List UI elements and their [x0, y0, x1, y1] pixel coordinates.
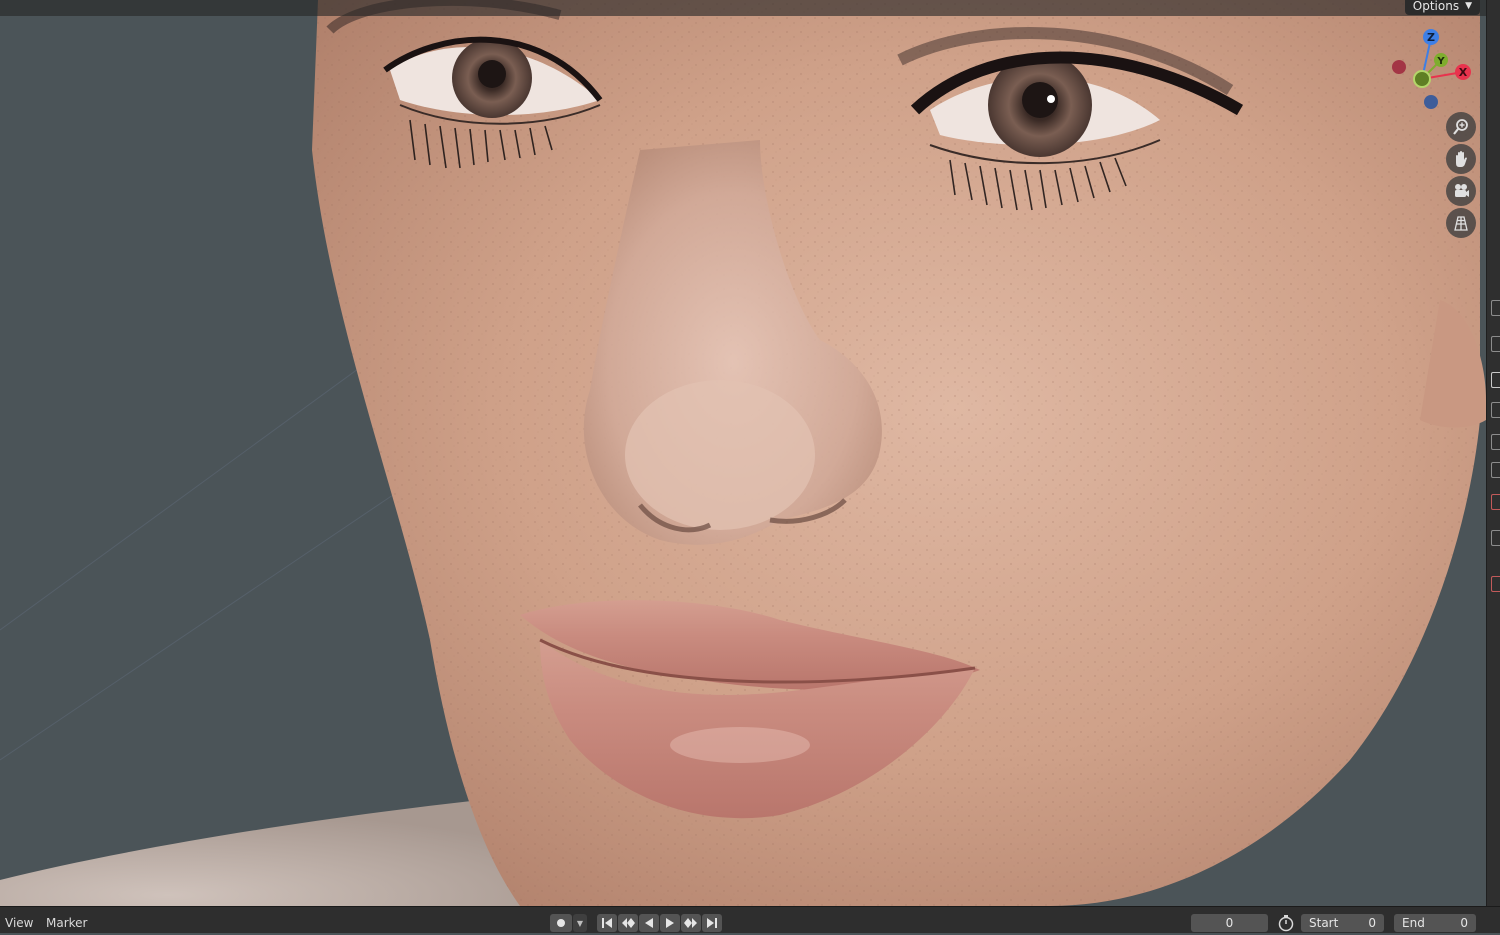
timeline-bar: View Marker ▼ 0 Start 0 End 0 [0, 906, 1500, 933]
viewport-header: Options ▼ [0, 0, 1486, 16]
end-frame-field[interactable]: End 0 [1394, 914, 1476, 932]
gizmo-z-label: Z [1427, 31, 1435, 44]
menu-view[interactable]: View [5, 916, 33, 930]
options-label: Options [1412, 0, 1460, 13]
play-icon [666, 918, 674, 928]
sidebar-tab[interactable] [1491, 402, 1500, 418]
chevron-down-icon: ▼ [1465, 1, 1472, 11]
rendered-face-image [0, 0, 1486, 906]
camera-view-button[interactable] [1446, 176, 1476, 206]
end-label: End [1402, 916, 1425, 930]
sidebar-tab[interactable] [1491, 372, 1500, 388]
sidebar-tabs-edge [1486, 0, 1500, 906]
options-dropdown[interactable]: Options ▼ [1404, 0, 1480, 15]
end-value: 0 [1460, 916, 1468, 930]
keyframe-prev-icon [622, 918, 635, 928]
play-reverse-icon [645, 918, 653, 928]
navigation-gizmo[interactable]: Z Y X [1386, 24, 1476, 114]
hand-pan-icon [1456, 151, 1467, 167]
record-button[interactable] [550, 914, 572, 932]
zoom-button[interactable] [1446, 112, 1476, 142]
current-frame-value: 0 [1225, 916, 1234, 930]
keyframe-next-icon [684, 918, 697, 928]
sidebar-tab[interactable] [1491, 300, 1500, 316]
3d-viewport[interactable]: Options ▼ Z Y X [0, 0, 1486, 906]
gizmo-neg-x[interactable] [1392, 60, 1406, 74]
chevron-down-icon: ▼ [576, 918, 584, 928]
jump-end-icon [707, 918, 717, 928]
sidebar-tab[interactable] [1491, 336, 1500, 352]
pan-button[interactable] [1446, 144, 1476, 174]
play-button[interactable] [660, 914, 680, 932]
start-value: 0 [1368, 916, 1376, 930]
grid-ortho-icon [1454, 216, 1468, 231]
gizmo-neg-z[interactable] [1424, 95, 1438, 109]
camera-icon [1455, 184, 1469, 197]
gizmo-y-label: Y [1436, 56, 1445, 67]
jump-to-keyframe-next-button[interactable] [681, 914, 701, 932]
menu-marker[interactable]: Marker [46, 916, 87, 930]
sidebar-tab[interactable] [1491, 576, 1500, 592]
keying-dropdown[interactable]: ▼ [573, 914, 587, 932]
gizmo-neg-y[interactable] [1413, 70, 1431, 88]
play-reverse-button[interactable] [639, 914, 659, 932]
start-frame-field[interactable]: Start 0 [1301, 914, 1384, 932]
jump-to-start-button[interactable] [597, 914, 617, 932]
ortho-toggle-button[interactable] [1446, 208, 1476, 238]
sidebar-tab[interactable] [1491, 530, 1500, 546]
jump-to-end-button[interactable] [702, 914, 722, 932]
gizmo-x-label: X [1459, 66, 1468, 79]
sidebar-tab[interactable] [1491, 494, 1500, 510]
sidebar-tab[interactable] [1491, 434, 1500, 450]
jump-to-keyframe-prev-button[interactable] [618, 914, 638, 932]
jump-start-icon [602, 918, 612, 928]
stopwatch-icon[interactable] [1277, 914, 1295, 932]
start-label: Start [1309, 916, 1339, 930]
sidebar-tab[interactable] [1491, 462, 1500, 478]
zoom-in-icon [1453, 119, 1468, 135]
current-frame-field[interactable]: 0 [1191, 914, 1268, 932]
record-icon [557, 919, 565, 927]
